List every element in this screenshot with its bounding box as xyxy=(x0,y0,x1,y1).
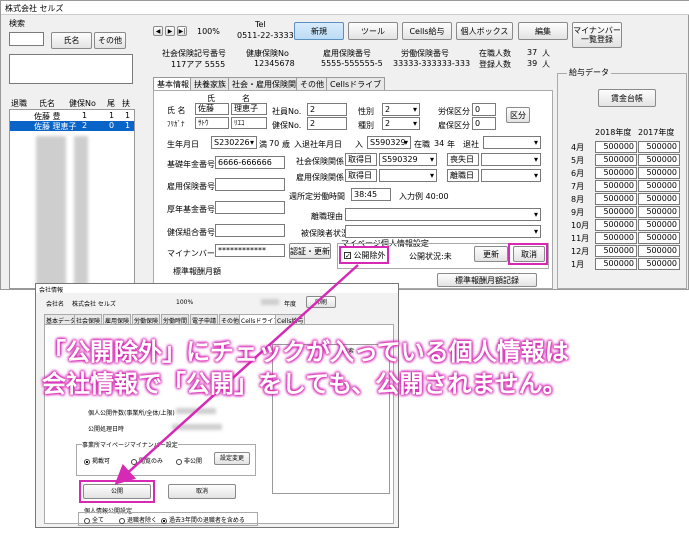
annotation-arrow xyxy=(114,264,359,485)
annotation-line-2: 会社情報で「公開」をしても、公開されません。 xyxy=(42,370,567,398)
annotation-line-1: 「公開除外」にチェックが入っている個人情報は xyxy=(42,338,569,366)
annotation-text: 「公開除外」にチェックが入っている個人情報は 会社情報で「公開」をしても、公開さ… xyxy=(42,336,682,400)
